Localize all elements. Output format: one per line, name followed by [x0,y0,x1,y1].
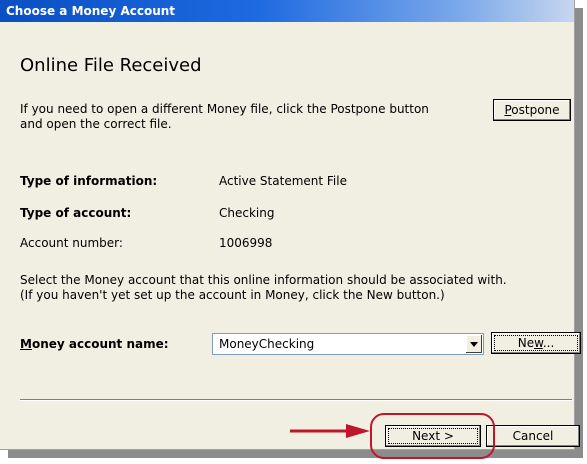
cancel-button[interactable]: Cancel [486,425,580,447]
type-of-information-label: Type of information: [20,174,158,188]
account-number-value: 1006998 [219,236,273,250]
type-of-account-value: Checking [219,206,275,220]
money-account-name-label: Money account name: [20,337,169,351]
money-account-select[interactable]: MoneyChecking [212,333,484,355]
new-mnemonic: w [534,336,543,350]
type-of-information-value: Active Statement File [219,174,347,188]
title-bar: Choose a Money Account [0,0,574,22]
postpone-button[interactable]: Postpone [493,99,571,121]
intro-line-1: If you need to open a different Money fi… [20,102,429,116]
new-label-rest: ... [542,336,555,350]
choose-money-account-dialog: Choose a Money Account Online File Recei… [0,0,581,450]
new-label-pre: Ne [517,336,535,350]
type-of-account-label: Type of account: [20,206,132,220]
money-account-mnemonic: M [20,337,32,351]
instructions-text: Select the Money account that this onlin… [20,273,507,303]
window-title: Choose a Money Account [6,4,176,18]
divider [20,399,572,401]
arrow-right-icon [290,424,370,438]
intro-line-2: and open the correct file. [20,117,172,131]
window-shadow-bottom [8,450,583,458]
new-account-button[interactable]: New... [491,332,581,354]
instructions-line-1: Select the Money account that this onlin… [20,273,507,287]
account-number-label: Account number: [20,236,123,250]
money-account-selected-value: MoneyChecking [219,337,315,351]
chevron-down-icon [470,341,478,347]
postpone-label: ostpone [511,103,560,117]
combo-dropdown-button[interactable] [466,335,482,353]
instructions-line-2: (If you haven't yet set up the account i… [20,288,445,302]
page-title: Online File Received [20,55,202,76]
money-account-label-rest: oney account name: [31,337,169,351]
cancel-label: Cancel [512,429,554,443]
window-shadow-right [575,8,583,458]
next-highlight-ring [370,413,495,459]
intro-text: If you need to open a different Money fi… [20,102,429,132]
